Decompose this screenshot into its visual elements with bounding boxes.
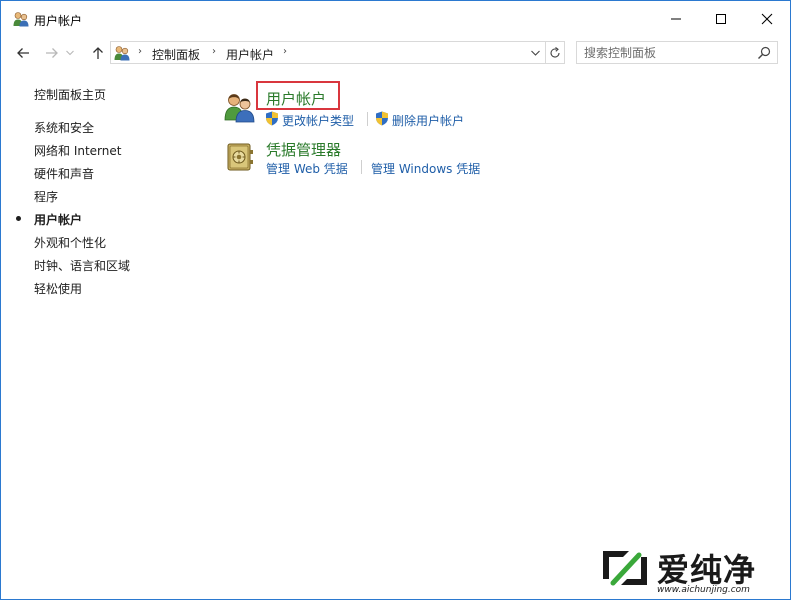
arrow-up-icon (93, 47, 103, 59)
search-icon[interactable] (757, 46, 771, 60)
breadcrumb-separator[interactable]: › (283, 46, 287, 57)
sidebar-item-ease-of-access[interactable]: 轻松使用 (34, 280, 82, 297)
manage-windows-credentials-link[interactable]: 管理 Windows 凭据 (371, 160, 480, 177)
breadcrumb-separator[interactable]: › (212, 46, 216, 57)
minimize-icon (671, 18, 681, 20)
users-icon[interactable] (224, 91, 256, 123)
breadcrumb-separator[interactable]: › (138, 46, 142, 57)
refresh-button[interactable] (545, 42, 564, 63)
uac-shield-icon (266, 111, 278, 126)
sidebar-home-link[interactable]: 控制面板主页 (34, 86, 106, 103)
maximize-button[interactable] (698, 1, 744, 37)
sidebar-item-hardware-sound[interactable]: 硬件和声音 (34, 165, 94, 182)
remove-user-accounts-link[interactable]: 删除用户帐户 (392, 112, 464, 129)
change-account-type-link[interactable]: 更改帐户类型 (282, 112, 354, 129)
navigation-bar: › 控制面板 › 用户帐户 › (1, 38, 790, 68)
credential-vault-icon[interactable] (224, 141, 256, 173)
up-button[interactable] (87, 42, 109, 64)
close-button[interactable] (744, 1, 790, 37)
watermark: 爱纯净 www.aichunjing.com (591, 541, 791, 599)
sidebar-item-system-security[interactable]: 系统和安全 (34, 119, 94, 136)
link-divider (361, 160, 362, 174)
sidebar-item-programs[interactable]: 程序 (34, 188, 58, 205)
sidebar-item-network-internet[interactable]: 网络和 Internet (34, 142, 121, 159)
close-icon (761, 13, 773, 25)
back-button[interactable] (12, 42, 34, 64)
control-panel-icon (114, 46, 130, 61)
chevron-down-icon (530, 50, 540, 56)
forward-button[interactable] (41, 42, 63, 64)
arrow-right-icon (46, 48, 58, 58)
address-history-button[interactable] (525, 42, 545, 63)
users-icon (13, 12, 29, 27)
control-panel-window: 用户帐户 › 控制面板 › 用户帐户 › 搜索控制面板 控制面板主页 系统和安全… (0, 0, 791, 600)
manage-web-credentials-link[interactable]: 管理 Web 凭据 (266, 160, 348, 177)
active-item-bullet (16, 216, 21, 221)
window-title: 用户帐户 (34, 14, 83, 28)
sidebar-item-user-accounts[interactable]: 用户帐户 (34, 211, 82, 228)
minimize-button[interactable] (653, 1, 699, 37)
chevron-down-icon (66, 50, 74, 56)
watermark-url: www.aichunjing.com (657, 585, 750, 595)
category-title-user-accounts[interactable]: 用户帐户 (266, 88, 326, 109)
sidebar-item-appearance[interactable]: 外观和个性化 (34, 234, 106, 251)
uac-shield-icon (376, 111, 388, 126)
breadcrumb-user-accounts[interactable]: 用户帐户 (226, 46, 274, 63)
breadcrumb-control-panel[interactable]: 控制面板 (152, 46, 200, 63)
sidebar-item-clock-language-region[interactable]: 时钟、语言和区域 (34, 257, 130, 274)
watermark-logo-icon (603, 551, 647, 586)
maximize-icon (716, 14, 726, 24)
search-input[interactable] (576, 41, 778, 64)
link-divider (367, 112, 368, 126)
refresh-icon (550, 46, 560, 58)
title-bar[interactable]: 用户帐户 (1, 1, 790, 37)
address-bar[interactable]: › 控制面板 › 用户帐户 › (110, 41, 565, 64)
recent-locations-button[interactable] (63, 42, 77, 64)
category-title-credential-manager[interactable]: 凭据管理器 (266, 139, 341, 160)
arrow-left-icon (17, 48, 29, 58)
